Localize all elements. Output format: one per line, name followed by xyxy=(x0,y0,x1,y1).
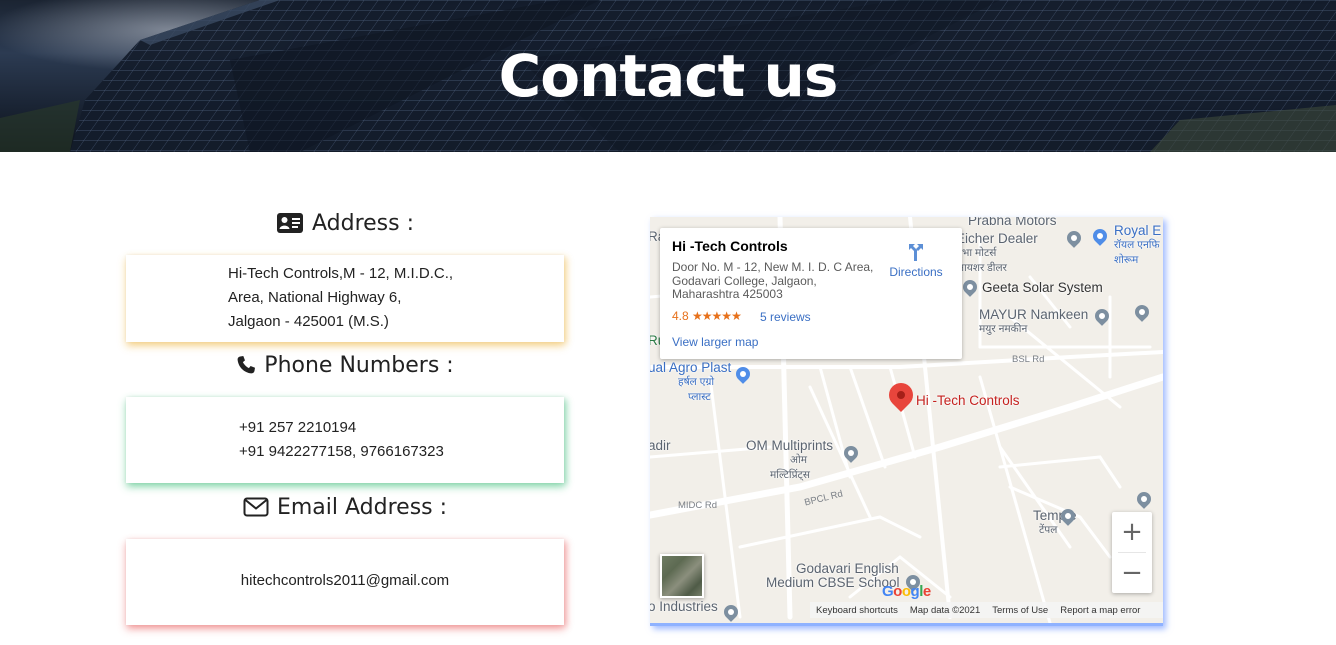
map-data-credit: Map data ©2021 xyxy=(909,604,981,616)
terms-of-use-link[interactable]: Terms of Use xyxy=(992,605,1048,616)
star-rating-icon: ★★★★★ xyxy=(692,309,742,323)
map-info-card: Hi -Tech Controls Door No. M - 12, New M… xyxy=(660,228,962,359)
phone-card: +91 257 2210194 +91 9422277158, 97661673… xyxy=(126,397,564,483)
phone-number[interactable]: +91 9422277158, 9766167323 xyxy=(239,440,564,464)
phone-icon xyxy=(237,356,256,374)
address-line: Area, National Highway 6, xyxy=(228,289,402,306)
road-label-bsl: BSL Rd xyxy=(1012,354,1045,365)
google-map[interactable]: Prabha Motors Eicher Dealer प्रभा मोटर्स आ… xyxy=(650,217,1163,626)
page-title: Contact us xyxy=(498,42,839,110)
envelope-icon xyxy=(243,497,269,517)
zoom-out-button[interactable]: − xyxy=(1112,553,1152,593)
zoom-in-button[interactable]: + xyxy=(1112,512,1152,552)
phone-heading-text: Phone Numbers : xyxy=(264,352,454,378)
phone-heading: Phone Numbers : xyxy=(126,348,564,382)
view-larger-map-link[interactable]: View larger map xyxy=(672,335,758,349)
poi-eicher-dealer[interactable]: Eicher Dealer प्रभा मोटर्स आयशर डीलर xyxy=(956,231,1038,276)
satellite-view-toggle[interactable] xyxy=(660,554,704,598)
poi-godavari-school[interactable]: Godavari English xyxy=(796,561,899,576)
directions-icon xyxy=(909,244,923,261)
place-address: Door No. M - 12, New M. I. D. C Area, Go… xyxy=(672,260,874,301)
phone-number[interactable]: +91 257 2210194 xyxy=(239,416,564,440)
place-rating: 4.8 ★★★★★ xyxy=(672,309,742,323)
rating-value: 4.8 xyxy=(672,309,689,323)
poi-royal-enfield[interactable]: Royal E रॉयल एनफि शोरूम xyxy=(1114,223,1161,268)
zoom-control: + − xyxy=(1112,512,1152,593)
address-line: Hi-Tech Controls,M - 12, M.I.D.C., xyxy=(228,265,454,282)
address-card: Hi-Tech Controls,M - 12, M.I.D.C., Area,… xyxy=(126,255,564,342)
google-logo: Google xyxy=(882,583,931,600)
address-card-icon xyxy=(276,213,303,233)
address-heading: Address : xyxy=(126,206,564,240)
email-address[interactable]: hitechcontrols2011@gmail.com xyxy=(126,569,564,593)
poi-geeta-solar[interactable]: Geeta Solar System xyxy=(982,280,1103,295)
business-marker-label[interactable]: Hi -Tech Controls xyxy=(916,393,1020,408)
poi-mayur-namkeen[interactable]: MAYUR Namkeen मयुर नमकीन xyxy=(979,307,1088,337)
reviews-link[interactable]: 5 reviews xyxy=(760,310,811,324)
poi-agro-plast[interactable]: ual Agro Plast हर्षल एग्रो प्लास्ट xyxy=(650,360,731,405)
report-map-error-link[interactable]: Report a map error xyxy=(1060,605,1140,616)
place-name: Hi -Tech Controls xyxy=(672,238,788,254)
poi-prabha-motors[interactable]: Prabha Motors xyxy=(968,217,1057,228)
directions-label: Directions xyxy=(889,265,943,279)
directions-button[interactable]: Directions xyxy=(886,238,946,279)
poi-om-multiprints[interactable]: OM Multiprints ओम मल्टिप्रिंट्स xyxy=(746,438,833,483)
poi-industries[interactable]: o Industries xyxy=(650,599,718,614)
address-line: Jalgaon - 425001 (M.S.) xyxy=(228,313,389,330)
poi-adir: adir xyxy=(650,438,671,453)
map-footer: Keyboard shortcuts Map data ©2021 Terms … xyxy=(810,602,1163,618)
email-card: hitechcontrols2011@gmail.com xyxy=(126,539,564,625)
road-label-midc: MIDC Rd xyxy=(678,500,718,511)
email-heading-text: Email Address : xyxy=(276,494,448,520)
hero-banner: Contact us xyxy=(0,0,1336,152)
email-heading: Email Address : xyxy=(126,490,564,524)
keyboard-shortcuts-link[interactable]: Keyboard shortcuts xyxy=(816,605,898,616)
address-heading-text: Address : xyxy=(311,210,415,236)
poi-godavari-school-line2[interactable]: Medium CBSE School xyxy=(766,575,900,590)
